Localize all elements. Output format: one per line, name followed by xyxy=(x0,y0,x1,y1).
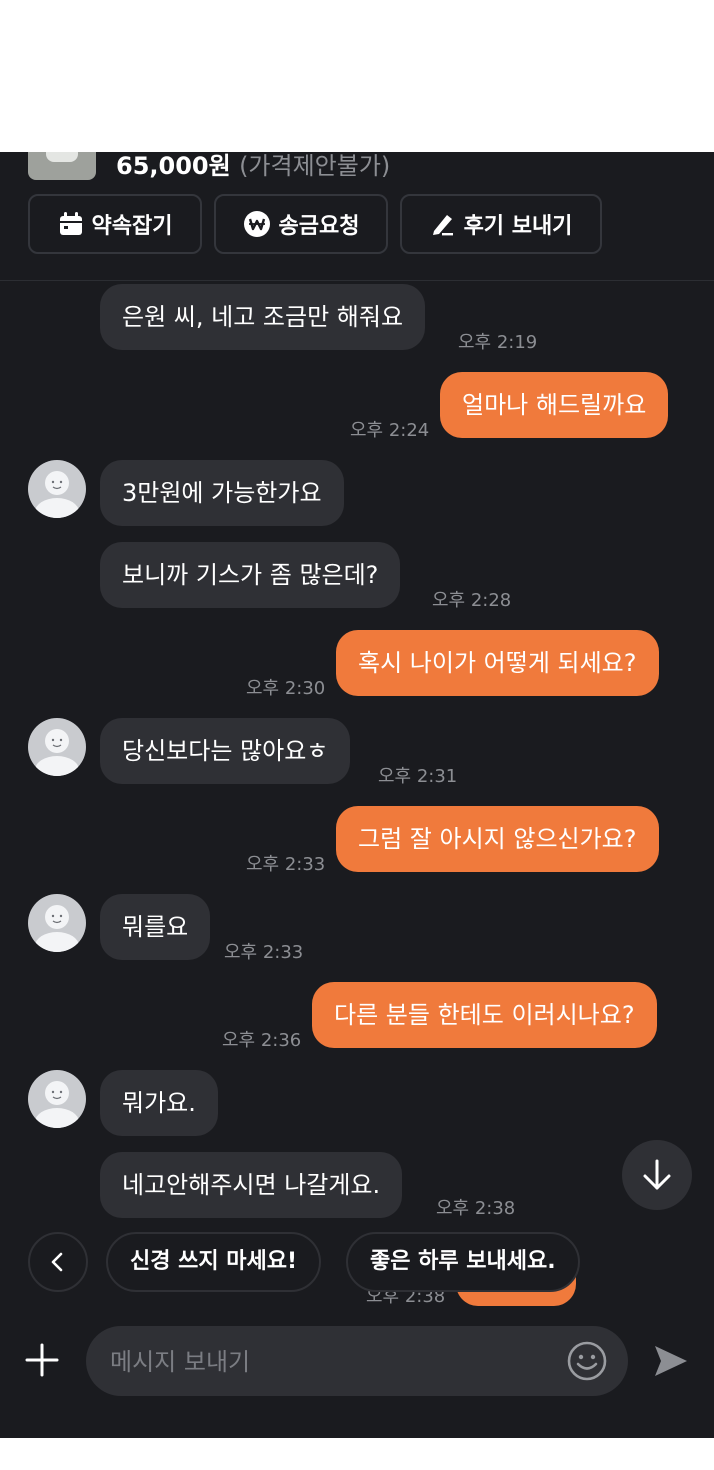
message-bubble-outgoing[interactable]: 그럼 잘 아시지 않으신가요? xyxy=(336,806,659,872)
message-time: 오후 2:28 xyxy=(432,590,512,611)
product-price: 65,000원 (가격제안불가) xyxy=(116,152,390,181)
transfer-request-button[interactable]: 송금요청 xyxy=(214,194,388,254)
avatar[interactable] xyxy=(28,1070,86,1128)
message-bubble-incoming[interactable]: 뭐를요 xyxy=(100,894,211,960)
plus-icon[interactable] xyxy=(24,1342,60,1378)
price-note: (가격제안불가) xyxy=(239,152,391,180)
message-bubble-incoming[interactable]: 은원 씨, 네고 조금만 해줘요 xyxy=(100,284,426,350)
message-time: 오후 2:33 xyxy=(224,942,304,963)
message-bubble-outgoing[interactable]: 얼마나 해드릴까요 xyxy=(440,372,669,438)
quick-reply-chip[interactable]: 좋은 하루 보내세요. xyxy=(346,1232,580,1292)
default-profile-icon xyxy=(35,471,79,518)
pencil-icon xyxy=(432,215,453,236)
message-bubble-incoming[interactable]: 보니까 기스가 좀 많은데? xyxy=(100,542,401,608)
send-review-label: 후기 보내기 xyxy=(463,214,573,239)
message-time: 오후 2:30 xyxy=(246,678,326,699)
default-profile-icon xyxy=(35,905,79,952)
won-icon xyxy=(243,211,270,237)
message-time: 오후 2:36 xyxy=(222,1030,302,1051)
appointment-label: 약속잡기 xyxy=(91,214,173,239)
send-icon[interactable] xyxy=(652,1342,690,1380)
message-time: 오후 2:19 xyxy=(458,332,538,353)
arrow-down-icon xyxy=(643,1159,671,1190)
emoji-icon[interactable] xyxy=(566,1340,608,1382)
message-bubble-outgoing[interactable]: 혹시 나이가 어떻게 되세요? xyxy=(336,630,659,696)
default-profile-icon xyxy=(35,1081,79,1128)
appointment-button[interactable]: 약속잡기 xyxy=(28,194,202,254)
avatar[interactable] xyxy=(28,894,86,952)
message-time: 오후 2:38 xyxy=(436,1198,516,1219)
price-value: 65,000원 xyxy=(116,152,231,180)
scroll-to-bottom-button[interactable] xyxy=(622,1140,692,1210)
message-time: 오후 2:31 xyxy=(378,766,458,787)
chevron-left-icon xyxy=(51,1252,63,1272)
message-time: 오후 2:24 xyxy=(350,420,430,441)
header-divider xyxy=(0,280,714,281)
chat-screen: 65,000원 (가격제안불가) 약속잡기 송금요청 후기 보내기 은원 씨, … xyxy=(0,152,714,1438)
quick-reply-chip[interactable]: 신경 쓰지 마세요! xyxy=(106,1232,322,1292)
calendar-icon xyxy=(59,212,82,235)
transfer-request-label: 송금요청 xyxy=(278,214,360,239)
product-thumbnail[interactable] xyxy=(28,152,96,180)
message-bubble-incoming[interactable]: 뭐가요. xyxy=(100,1070,218,1136)
quick-reply-back-button[interactable] xyxy=(28,1232,88,1292)
message-bubble-incoming[interactable]: 당신보다는 많아요ㅎ xyxy=(100,718,351,784)
message-bubble-incoming[interactable]: 3만원에 가능한가요 xyxy=(100,460,344,526)
default-profile-icon xyxy=(35,729,79,776)
message-input-container xyxy=(86,1326,628,1398)
send-review-button[interactable]: 후기 보내기 xyxy=(400,194,602,254)
avatar[interactable] xyxy=(28,460,86,518)
avatar[interactable] xyxy=(28,718,86,776)
message-bubble-incoming[interactable]: 네고안해주시면 나갈게요. xyxy=(100,1152,403,1218)
message-input[interactable] xyxy=(108,1326,552,1398)
message-bubble-outgoing[interactable]: 다른 분들 한테도 이러시나요? xyxy=(312,982,657,1048)
message-time: 오후 2:33 xyxy=(246,854,326,875)
